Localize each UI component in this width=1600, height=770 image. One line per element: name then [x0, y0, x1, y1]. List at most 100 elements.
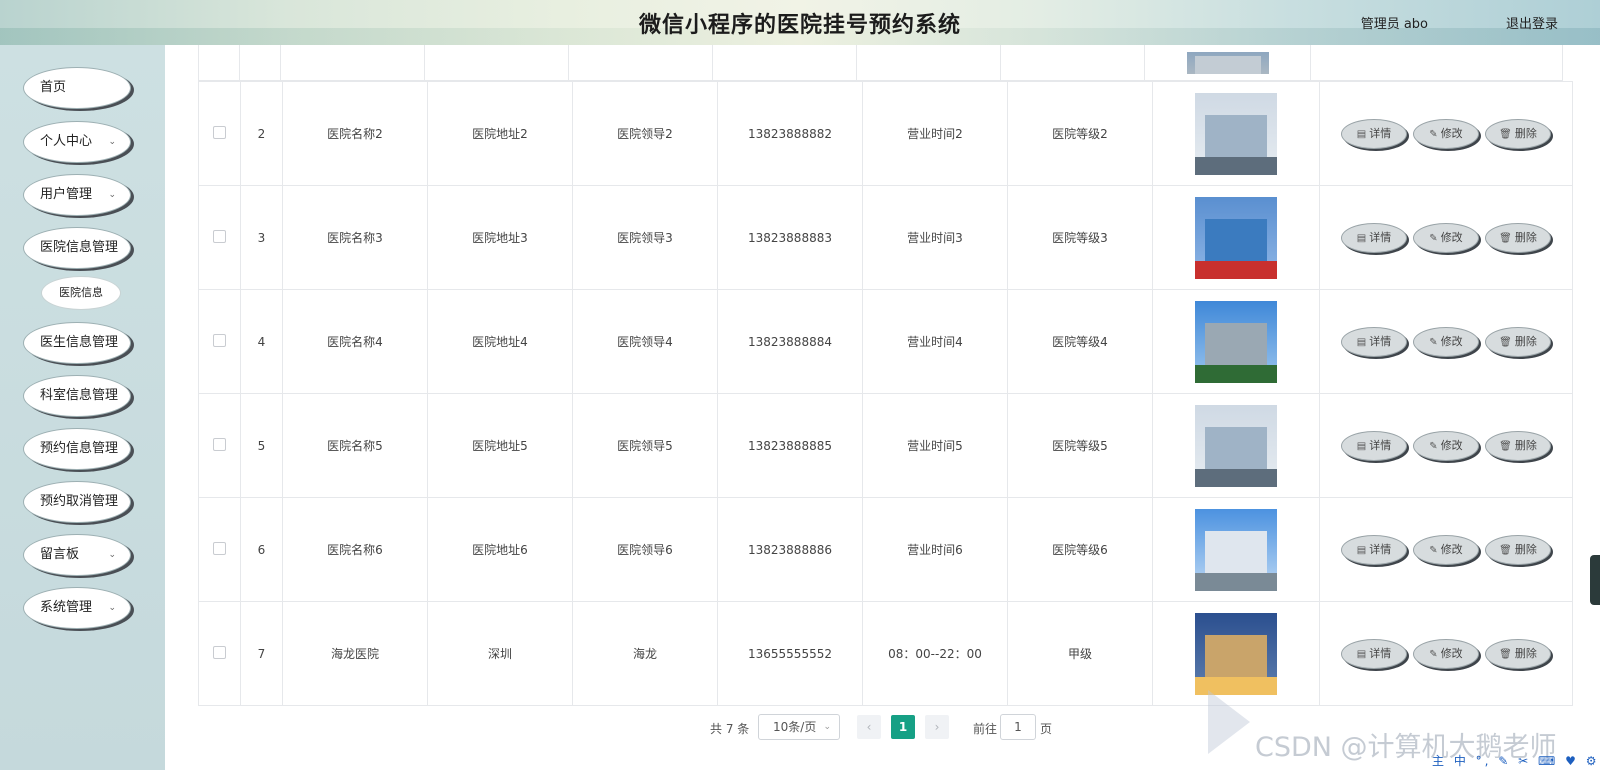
hospital-name: 医院名称6 — [327, 543, 383, 557]
sidebar-item-users[interactable]: 用户管理 ⌄ — [23, 174, 131, 216]
edit-button[interactable]: ✎ 修改 — [1413, 638, 1479, 669]
sidebar-item-system[interactable]: 系统管理 ⌄ — [23, 587, 131, 629]
edit-button[interactable]: ✎ 修改 — [1413, 534, 1479, 565]
row-checkbox[interactable] — [213, 125, 226, 139]
prev-page-button[interactable]: ‹ — [857, 715, 881, 739]
hospital-leader: 医院领导5 — [617, 439, 673, 453]
row-index: 7 — [257, 646, 266, 661]
hospital-image — [1195, 404, 1277, 487]
hospital-name: 医院名称4 — [327, 335, 383, 349]
scroll-handle[interactable] — [1590, 555, 1600, 605]
hospital-image — [1195, 612, 1277, 695]
hospital-level: 医院等级2 — [1052, 127, 1108, 141]
next-page-button[interactable]: › — [925, 715, 949, 739]
document-icon: ▤ — [1356, 128, 1367, 140]
edit-button[interactable]: ✎ 修改 — [1413, 430, 1479, 461]
hospital-table: 2 医院名称2 医院地址2 医院领导2 13823888882 营业时间2 医院等级2 ▤ 详情… — [198, 45, 1573, 706]
hospital-address: 医院地址6 — [472, 543, 528, 557]
delete-button[interactable]: 🗑 删除 — [1485, 430, 1551, 461]
pencil-icon: ✎ — [1429, 648, 1438, 660]
hospital-address: 医院地址4 — [472, 335, 528, 349]
row-checkbox[interactable] — [213, 229, 226, 243]
delete-button[interactable]: 🗑 删除 — [1485, 222, 1551, 253]
current-page-button[interactable]: 1 — [891, 715, 915, 739]
sidebar-item-appointment[interactable]: 预约信息管理 — [23, 428, 131, 470]
pencil-icon: ✎ — [1429, 336, 1438, 348]
goto-page-input[interactable]: 1 — [1000, 714, 1036, 740]
trash-icon: 🗑 — [1499, 648, 1512, 660]
row-index: 6 — [257, 542, 266, 557]
detail-button[interactable]: ▤ 详情 — [1341, 222, 1407, 253]
hospital-hours: 08：00--22：00 — [888, 647, 982, 661]
sidebar-item-department[interactable]: 科室信息管理 — [23, 375, 131, 417]
delete-button[interactable]: 🗑 删除 — [1485, 118, 1551, 149]
total-count: 共 7 条 — [710, 722, 750, 736]
edit-button[interactable]: ✎ 修改 — [1413, 222, 1479, 253]
detail-label: 详情 — [1369, 438, 1392, 452]
detail-button[interactable]: ▤ 详情 — [1341, 638, 1407, 669]
sidebar-item-cancel[interactable]: 预约取消管理 — [23, 481, 131, 523]
hospital-level: 医院等级5 — [1052, 439, 1108, 453]
hospital-hours: 营业时间5 — [907, 439, 963, 453]
hospital-image — [1195, 196, 1277, 279]
hospital-leader: 医院领导3 — [617, 231, 673, 245]
detail-label: 详情 — [1369, 542, 1392, 556]
ime-toolbar[interactable]: 主 中 °, ✎ ✂ ⌨ ♥ ⚙ — [1432, 752, 1600, 770]
row-checkbox[interactable] — [213, 541, 226, 555]
edit-button[interactable]: ✎ 修改 — [1413, 118, 1479, 149]
hospital-name: 医院名称2 — [327, 127, 383, 141]
sidebar-item-label: 科室信息管理 — [40, 388, 119, 403]
hospital-phone: 13823888884 — [748, 334, 832, 349]
hospital-leader: 医院领导4 — [617, 335, 673, 349]
trash-icon: 🗑 — [1499, 232, 1512, 244]
delete-button[interactable]: 🗑 删除 — [1485, 534, 1551, 565]
chevron-down-icon: ⌄ — [108, 137, 116, 147]
detail-button[interactable]: ▤ 详情 — [1341, 326, 1407, 357]
sidebar-item-hospital[interactable]: 医院信息管理 — [23, 227, 131, 269]
sidebar-item-home[interactable]: 首页 — [23, 67, 131, 109]
delete-button[interactable]: 🗑 删除 — [1485, 638, 1551, 669]
sidebar-subitem-hospital-info[interactable]: 医院信息 — [41, 276, 121, 310]
row-checkbox[interactable] — [213, 437, 226, 451]
app-header: 微信小程序的医院挂号预约系统 管理员 abo 退出登录 — [0, 0, 1600, 45]
hospital-image — [1195, 300, 1277, 383]
detail-button[interactable]: ▤ 详情 — [1341, 430, 1407, 461]
sidebar-item-label: 系统管理 — [40, 600, 93, 615]
chevron-down-icon: ⌄ — [823, 722, 831, 732]
sidebar-item-doctor[interactable]: 医生信息管理 — [23, 322, 131, 364]
detail-button[interactable]: ▤ 详情 — [1341, 534, 1407, 565]
hospital-phone: 13823888883 — [748, 230, 832, 245]
detail-button[interactable]: ▤ 详情 — [1341, 118, 1407, 149]
page-size-select[interactable]: 10条/页 ⌄ — [758, 714, 840, 740]
pencil-icon: ✎ — [1429, 440, 1438, 452]
edit-label: 修改 — [1440, 438, 1463, 452]
hospital-leader: 医院领导6 — [617, 543, 673, 557]
page-unit-label: 页 — [1040, 722, 1053, 736]
delete-label: 删除 — [1514, 646, 1537, 660]
sidebar-item-profile[interactable]: 个人中心 ⌄ — [23, 121, 131, 163]
detail-label: 详情 — [1369, 646, 1392, 660]
detail-label: 详情 — [1369, 334, 1392, 348]
sidebar-item-messages[interactable]: 留言板 ⌄ — [23, 534, 131, 576]
row-checkbox[interactable] — [213, 333, 226, 347]
delete-label: 删除 — [1514, 542, 1537, 556]
logout-link[interactable]: 退出登录 — [1506, 13, 1558, 32]
row-checkbox[interactable] — [213, 645, 226, 659]
delete-button[interactable]: 🗑 删除 — [1485, 326, 1551, 357]
goto-label: 前往 — [973, 722, 998, 736]
hospital-phone: 13823888886 — [748, 542, 832, 557]
page-size-value: 10条/页 — [773, 720, 817, 734]
sidebar-item-label: 预约取消管理 — [40, 494, 119, 509]
table-row: 6 医院名称6 医院地址6 医院领导6 13823888886 营业时间6 医院等级6 ▤ 详情… — [198, 497, 1573, 602]
sidebar-item-label: 个人中心 — [40, 134, 93, 149]
hospital-address: 深圳 — [487, 647, 512, 661]
document-icon: ▤ — [1356, 648, 1367, 660]
edit-button[interactable]: ✎ 修改 — [1413, 326, 1479, 357]
hospital-phone: 13823888885 — [748, 438, 832, 453]
watermark-logo — [1208, 690, 1250, 754]
hospital-level: 甲级 — [1067, 647, 1092, 661]
hospital-hours: 营业时间3 — [907, 231, 963, 245]
hospital-image — [1195, 92, 1277, 175]
sidebar-item-label: 留言板 — [40, 547, 80, 562]
delete-label: 删除 — [1514, 126, 1537, 140]
